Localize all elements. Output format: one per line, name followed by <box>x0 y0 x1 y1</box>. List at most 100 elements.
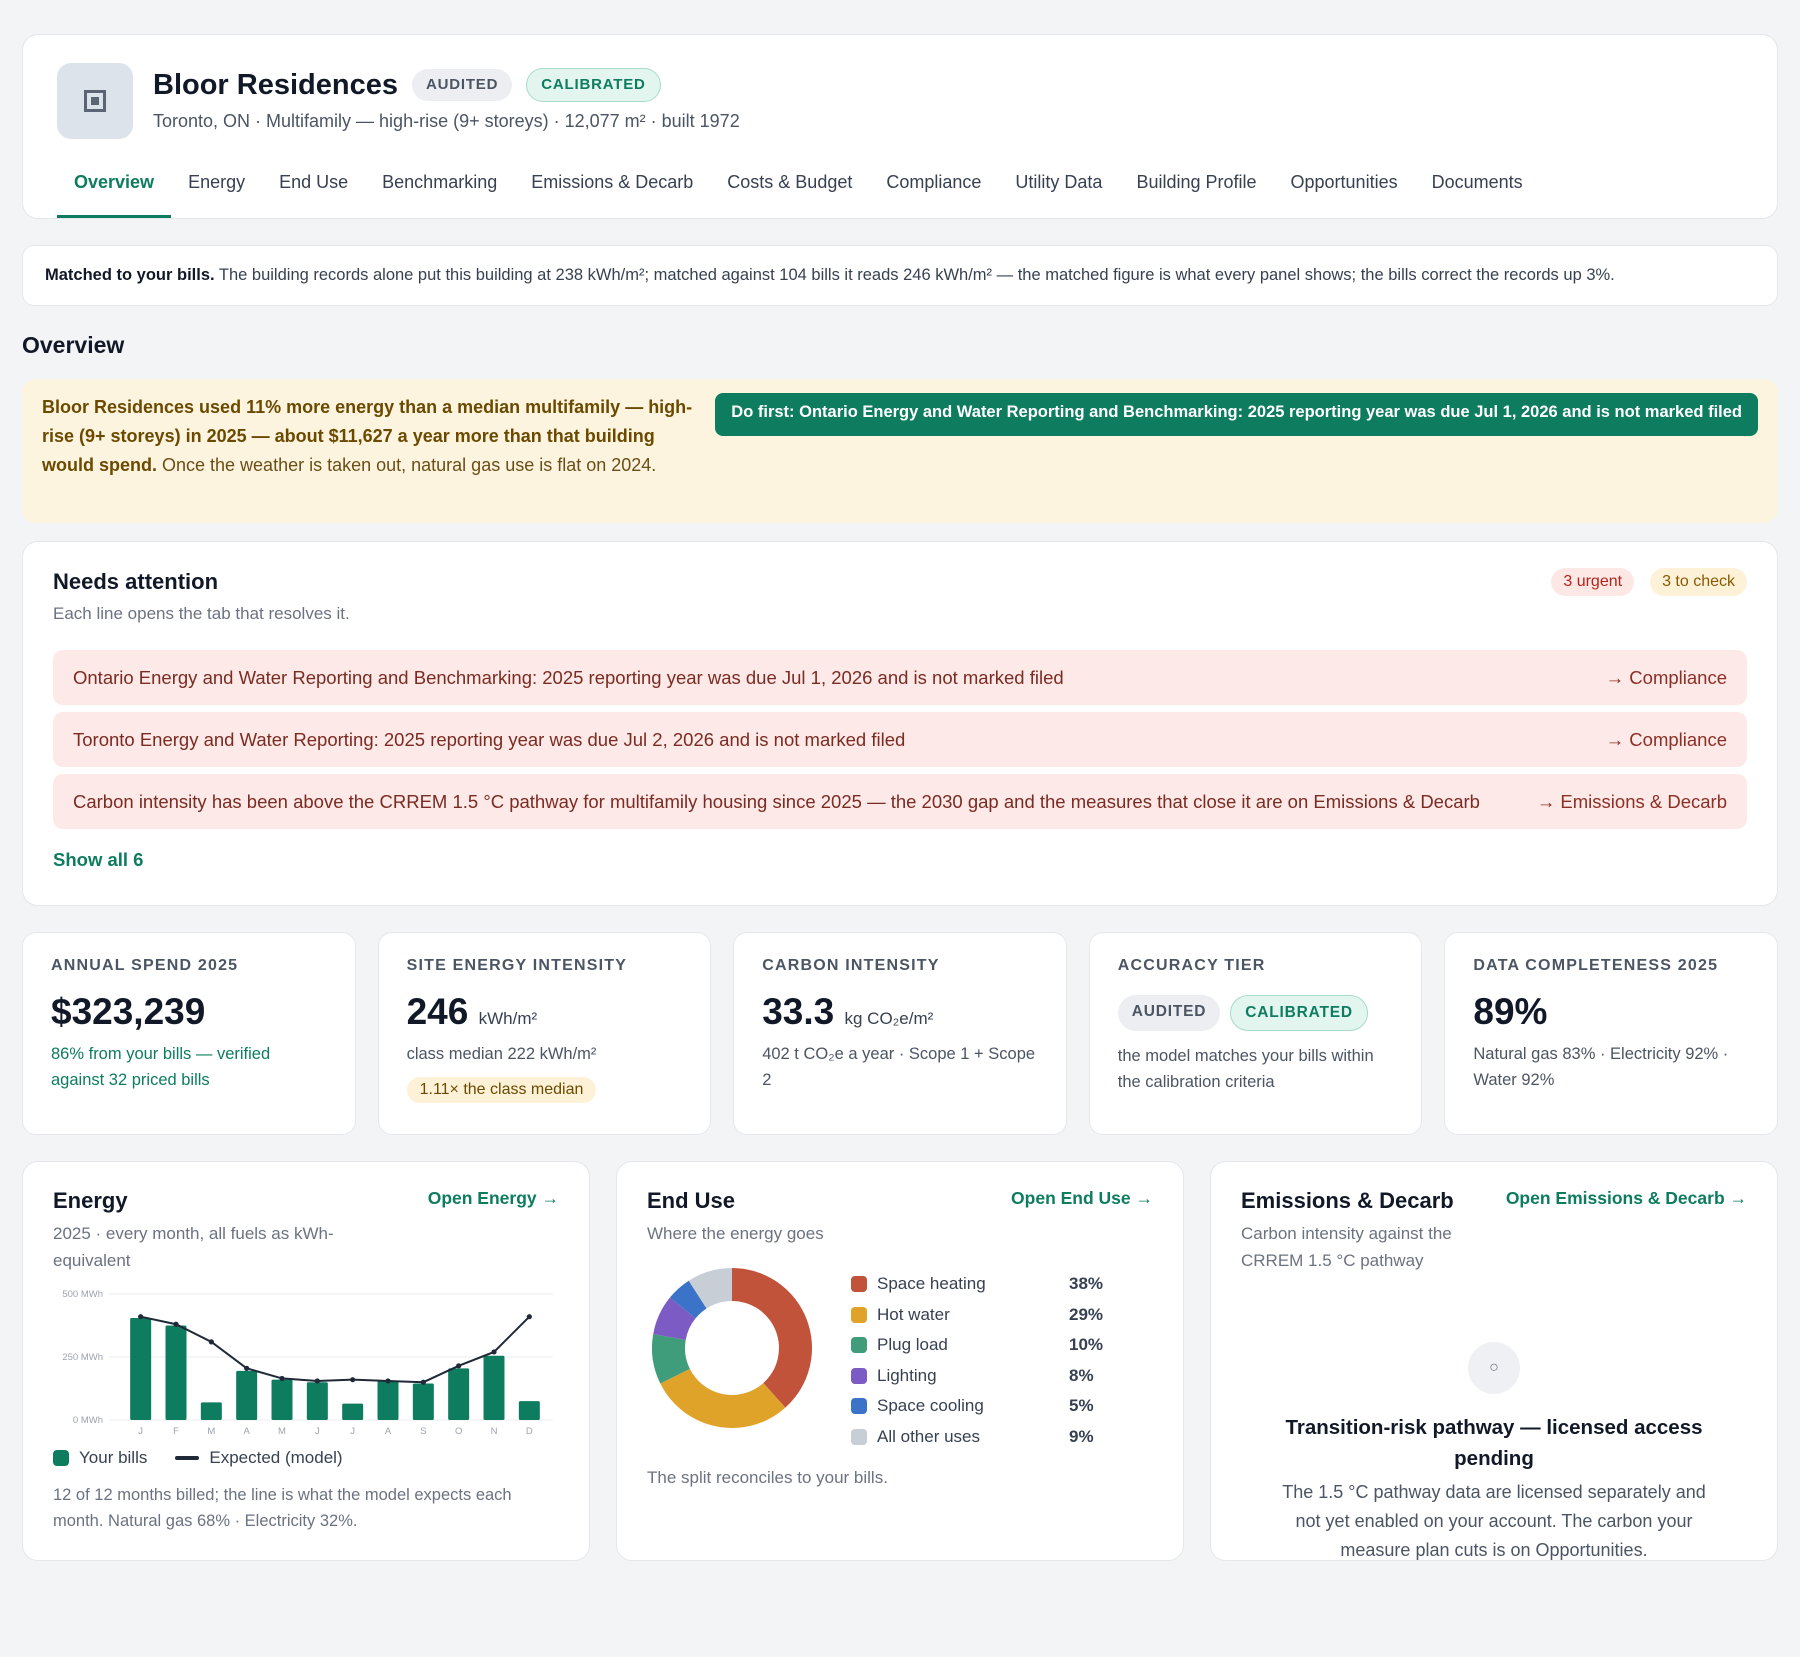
expected-model-point <box>138 1314 144 1320</box>
end-use-legend-item: Hot water 29% <box>851 1300 1103 1331</box>
building-header: Bloor Residences AUDITED CALIBRATED Toro… <box>22 34 1778 219</box>
legend-label: Space cooling <box>877 1396 984 1416</box>
legend-percent: 9% <box>1069 1426 1094 1446</box>
energy-card-subtitle: 2025 · every month, all fuels as kWh-equ… <box>53 1224 334 1270</box>
locked-text: The 1.5 °C pathway data are licensed sep… <box>1282 1482 1706 1560</box>
y-tick-label: 0 MWh <box>73 1415 103 1426</box>
bar-your-bills <box>377 1380 399 1420</box>
needs-attention-title: Needs attention <box>53 569 219 594</box>
tab-overview[interactable]: Overview <box>57 172 172 218</box>
attention-item-link[interactable]: → Compliance <box>1606 667 1727 689</box>
kpi-label: ACCURACY TIER <box>1117 957 1266 974</box>
section-title: Overview <box>22 332 125 358</box>
legend-label: Lighting <box>877 1365 937 1385</box>
locked-title: Transition-risk pathway — licensed acces… <box>1285 1416 1703 1470</box>
tab-utility-data[interactable]: Utility Data <box>998 172 1119 218</box>
bar-your-bills <box>165 1325 187 1420</box>
x-tick-label: F <box>173 1426 179 1437</box>
legend-percent: 38% <box>1069 1274 1104 1294</box>
x-tick-label: A <box>385 1426 392 1437</box>
energy-legend: Your bills Expected (model) <box>53 1448 559 1468</box>
end-use-legend-item: Plug load 10% <box>851 1330 1103 1361</box>
bar-your-bills <box>236 1370 258 1420</box>
x-tick-label: D <box>526 1426 533 1437</box>
tab-energy[interactable]: Energy <box>171 172 262 218</box>
kpi-label: ANNUAL SPEND 2025 <box>51 957 239 974</box>
end-use-legend-item: Space cooling 5% <box>851 1391 1103 1422</box>
kpi-annual-spend: ANNUAL SPEND 2025 $323,239 86% from your… <box>22 932 356 1135</box>
bar-your-bills <box>130 1317 152 1420</box>
bar-your-bills <box>200 1402 222 1420</box>
tab-benchmarking[interactable]: Benchmarking <box>365 172 514 218</box>
matched-text: The building records alone put this buil… <box>214 266 1615 284</box>
tab-compliance[interactable]: Compliance <box>869 172 998 218</box>
median-ratio-chip: 1.11× the class median <box>406 1077 597 1103</box>
bar-your-bills <box>518 1401 540 1420</box>
x-tick-label: S <box>420 1426 426 1437</box>
energy-card-title: Energy <box>53 1188 128 1213</box>
legend-percent: 10% <box>1069 1335 1104 1355</box>
end-use-card-title: End Use <box>647 1188 736 1213</box>
tab-emissions-decarb[interactable]: Emissions & Decarb <box>514 172 710 218</box>
tab-building-profile[interactable]: Building Profile <box>1119 172 1273 218</box>
urgent-count-badge: 3 urgent <box>1551 568 1635 596</box>
end-use-legend: Space heating 38% Hot water 29% Plug load 10%… <box>851 1269 1103 1452</box>
bar-your-bills <box>448 1368 470 1420</box>
legend-label: Hot water <box>877 1304 950 1324</box>
y-tick-label: 500 MWh <box>62 1289 103 1300</box>
expected-model-line <box>140 1315 531 1384</box>
attention-item-text: Carbon intensity has been above the CRRE… <box>73 790 1480 812</box>
attention-item[interactable]: Carbon intensity has been above the CRRE… <box>53 774 1747 829</box>
do-first-button[interactable]: Do first: Ontario Energy and Water Repor… <box>715 393 1758 436</box>
attention-item-link[interactable]: → Compliance <box>1606 729 1727 751</box>
show-all-link[interactable]: Show all 6 <box>53 849 143 871</box>
kpi-unit: kWh/m² <box>478 1009 538 1028</box>
kpi-data-completeness: DATA COMPLETENESS 2025 89% Natural gas 8… <box>1444 932 1778 1135</box>
x-tick-label: J <box>315 1426 320 1437</box>
expected-model-point <box>526 1314 532 1320</box>
energy-monthly-chart: 500 MWh 250 MWh 0 MWh J F M A M J J A S O N D <box>62 1289 553 1437</box>
x-tick-label: A <box>243 1426 250 1437</box>
end-use-note: The split reconciles to your bills. <box>647 1468 888 1487</box>
matched-lead: Matched to your bills. <box>45 266 215 284</box>
needs-attention-subtitle: Each line opens the tab that resolves it… <box>53 604 350 623</box>
summary-text: Bloor Residences used 11% more energy th… <box>42 393 702 509</box>
bar-your-bills <box>412 1383 434 1420</box>
open-emissions-link[interactable]: Open Emissions & Decarb → <box>1506 1188 1747 1209</box>
kpi-note: 402 t CO₂e a year · Scope 1 + Scope 2 <box>762 1045 1036 1089</box>
calibrated-badge: CALIBRATED <box>526 68 661 102</box>
tab-end-use[interactable]: End Use <box>262 172 365 218</box>
legend-percent: 5% <box>1069 1396 1094 1416</box>
bills-legend-label: Your bills <box>79 1448 148 1467</box>
attention-item[interactable]: Ontario Energy and Water Reporting and B… <box>53 650 1747 705</box>
kpi-value: 246 <box>406 991 469 1032</box>
end-use-donut-chart <box>652 1268 812 1428</box>
x-tick-label: M <box>207 1426 215 1437</box>
tab-documents[interactable]: Documents <box>1415 172 1540 218</box>
model-legend-swatch <box>175 1456 200 1460</box>
donut-slice <box>660 1368 786 1428</box>
kpi-value: $323,239 <box>51 991 206 1032</box>
x-tick-label: J <box>138 1426 143 1437</box>
tab-opportunities[interactable]: Opportunities <box>1274 172 1415 218</box>
kpi-note: the model matches your bills within the … <box>1117 1047 1374 1091</box>
attention-item[interactable]: Toronto Energy and Water Reporting: 2025… <box>53 712 1747 767</box>
legend-swatch <box>851 1428 867 1445</box>
summary-rest: Once the weather is taken out, natural g… <box>157 455 657 475</box>
legend-swatch <box>851 1398 867 1415</box>
kpi-accuracy-tier: ACCURACY TIER AUDITED CALIBRATED the mod… <box>1088 932 1423 1135</box>
kpi-note: class median 222 kWh/m² <box>406 1045 597 1063</box>
building-icon <box>57 63 133 139</box>
summary-banner: Bloor Residences used 11% more energy th… <box>22 379 1778 523</box>
tab-costs-budget[interactable]: Costs & Budget <box>710 172 869 218</box>
emissions-card-subtitle: Carbon intensity against the CRREM 1.5 °… <box>1241 1224 1452 1270</box>
open-end-use-link[interactable]: Open End Use → <box>1011 1188 1153 1209</box>
attention-item-link[interactable]: → Emissions & Decarb <box>1537 791 1727 813</box>
open-energy-link[interactable]: Open Energy → <box>428 1188 559 1209</box>
kpi-value: 33.3 <box>762 991 835 1032</box>
expected-model-point <box>420 1379 426 1385</box>
energy-card-note: 12 of 12 months billed; the line is what… <box>53 1486 512 1530</box>
expected-model-point <box>385 1378 391 1384</box>
legend-swatch <box>851 1276 867 1293</box>
expected-model-point <box>350 1377 356 1383</box>
